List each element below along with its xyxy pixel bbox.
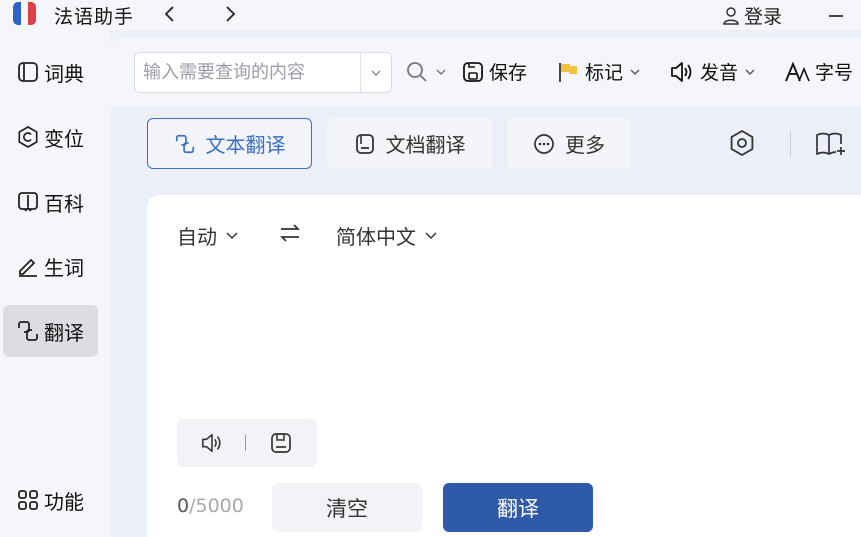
app-logo-icon: [13, 2, 36, 25]
target-language-label: 简体中文: [336, 225, 416, 249]
c-circle-icon: [16, 125, 40, 149]
translate-icon: [16, 319, 40, 343]
source-language-label: 自动: [177, 225, 217, 249]
sidebar-item-encyclopedia[interactable]: 百科: [3, 176, 98, 228]
floppy-disk-icon: [462, 61, 484, 83]
font-size-label: 字号: [815, 62, 854, 84]
sidebar-item-features[interactable]: 功能: [3, 474, 98, 526]
char-count: 0: [177, 495, 190, 517]
mark-label: 标记: [585, 62, 624, 84]
login-label: 登录: [744, 6, 783, 28]
title-bar: 法语助手 登录: [0, 0, 861, 30]
minimize-button[interactable]: [829, 15, 843, 17]
book-icon: [16, 60, 40, 84]
tab-label: 文档翻译: [385, 133, 466, 157]
sidebar-item-label: 生词: [44, 255, 84, 280]
main-area: 文本翻译 文档翻译 更多 自动 简体中文 0/5000 清空 翻译: [111, 106, 861, 537]
tab-label: 文本翻译: [205, 133, 286, 157]
search-divider: [360, 53, 361, 92]
toolbar: 保存 标记 发音 字号: [111, 38, 861, 106]
translate-card: 自动 简体中文 0/5000 清空 翻译: [147, 195, 861, 537]
speaker-icon[interactable]: [199, 432, 225, 454]
pronounce-label: 发音: [700, 62, 739, 84]
source-language-select[interactable]: 自动: [177, 221, 239, 250]
font-size-button[interactable]: 字号: [784, 58, 853, 85]
sidebar-item-conjugation[interactable]: 变位: [3, 111, 98, 163]
back-arrow-icon[interactable]: [160, 3, 180, 25]
tab-label: 更多: [565, 133, 605, 157]
grid-icon: [16, 488, 40, 512]
sidebar-item-label: 百科: [44, 191, 84, 216]
mark-chevron-icon[interactable]: [628, 65, 642, 79]
floppy-disk-icon[interactable]: [270, 432, 292, 454]
input-actions-bar: [177, 419, 317, 467]
target-language-select[interactable]: 简体中文: [336, 221, 438, 250]
sidebar-item-label: 变位: [44, 126, 84, 151]
search-mode-chevron-icon[interactable]: [435, 66, 447, 78]
search-input[interactable]: [135, 53, 360, 92]
sidebar-item-translate[interactable]: 翻译: [3, 305, 98, 357]
tab-text-translate[interactable]: 文本翻译: [147, 118, 312, 169]
speaker-icon: [669, 60, 695, 84]
tab-more[interactable]: 更多: [507, 118, 631, 169]
pronounce-button[interactable]: 发音: [669, 58, 757, 85]
clear-button[interactable]: 清空: [272, 483, 422, 532]
app-title: 法语助手: [54, 6, 135, 28]
flag-icon: [556, 60, 580, 84]
char-counter: 0/5000: [177, 495, 244, 517]
more-dots-icon: [533, 133, 555, 155]
pronounce-chevron-icon[interactable]: [743, 65, 757, 79]
sidebar-item-label: 功能: [44, 489, 84, 514]
user-icon: [722, 6, 740, 26]
search-icon: [405, 60, 429, 84]
edit-icon: [16, 254, 40, 278]
forward-arrow-icon[interactable]: [220, 3, 240, 25]
sidebar-item-vocabulary[interactable]: 生词: [3, 240, 98, 292]
char-max: /5000: [189, 495, 244, 517]
font-size-icon: [784, 60, 810, 84]
divider: [245, 435, 246, 451]
mark-button[interactable]: 标记: [556, 58, 642, 85]
toolbar-divider: [790, 130, 791, 158]
add-book-icon[interactable]: [814, 130, 846, 158]
swap-languages-icon[interactable]: [279, 224, 301, 242]
sidebar-item-label: 词典: [44, 61, 84, 86]
chevron-down-icon: [424, 229, 438, 243]
login-button[interactable]: 登录: [722, 2, 782, 29]
translate-button[interactable]: 翻译: [443, 483, 593, 532]
sidebar-item-label: 翻译: [44, 320, 84, 345]
document-icon: [354, 133, 376, 155]
save-button[interactable]: 保存: [462, 58, 527, 85]
search-dropdown-chevron-icon[interactable]: [369, 66, 383, 80]
open-book-icon: [16, 190, 40, 214]
sidebar-item-dictionary[interactable]: 词典: [3, 46, 98, 98]
translate-icon: [174, 133, 196, 155]
save-label: 保存: [489, 62, 528, 84]
search-box: [134, 52, 392, 93]
settings-hexagon-icon[interactable]: [727, 128, 757, 158]
search-button[interactable]: [405, 60, 447, 84]
chevron-down-icon: [225, 229, 239, 243]
sidebar: 词典 变位 百科 生词 翻译 功能: [0, 30, 111, 537]
tab-document-translate[interactable]: 文档翻译: [327, 118, 492, 169]
